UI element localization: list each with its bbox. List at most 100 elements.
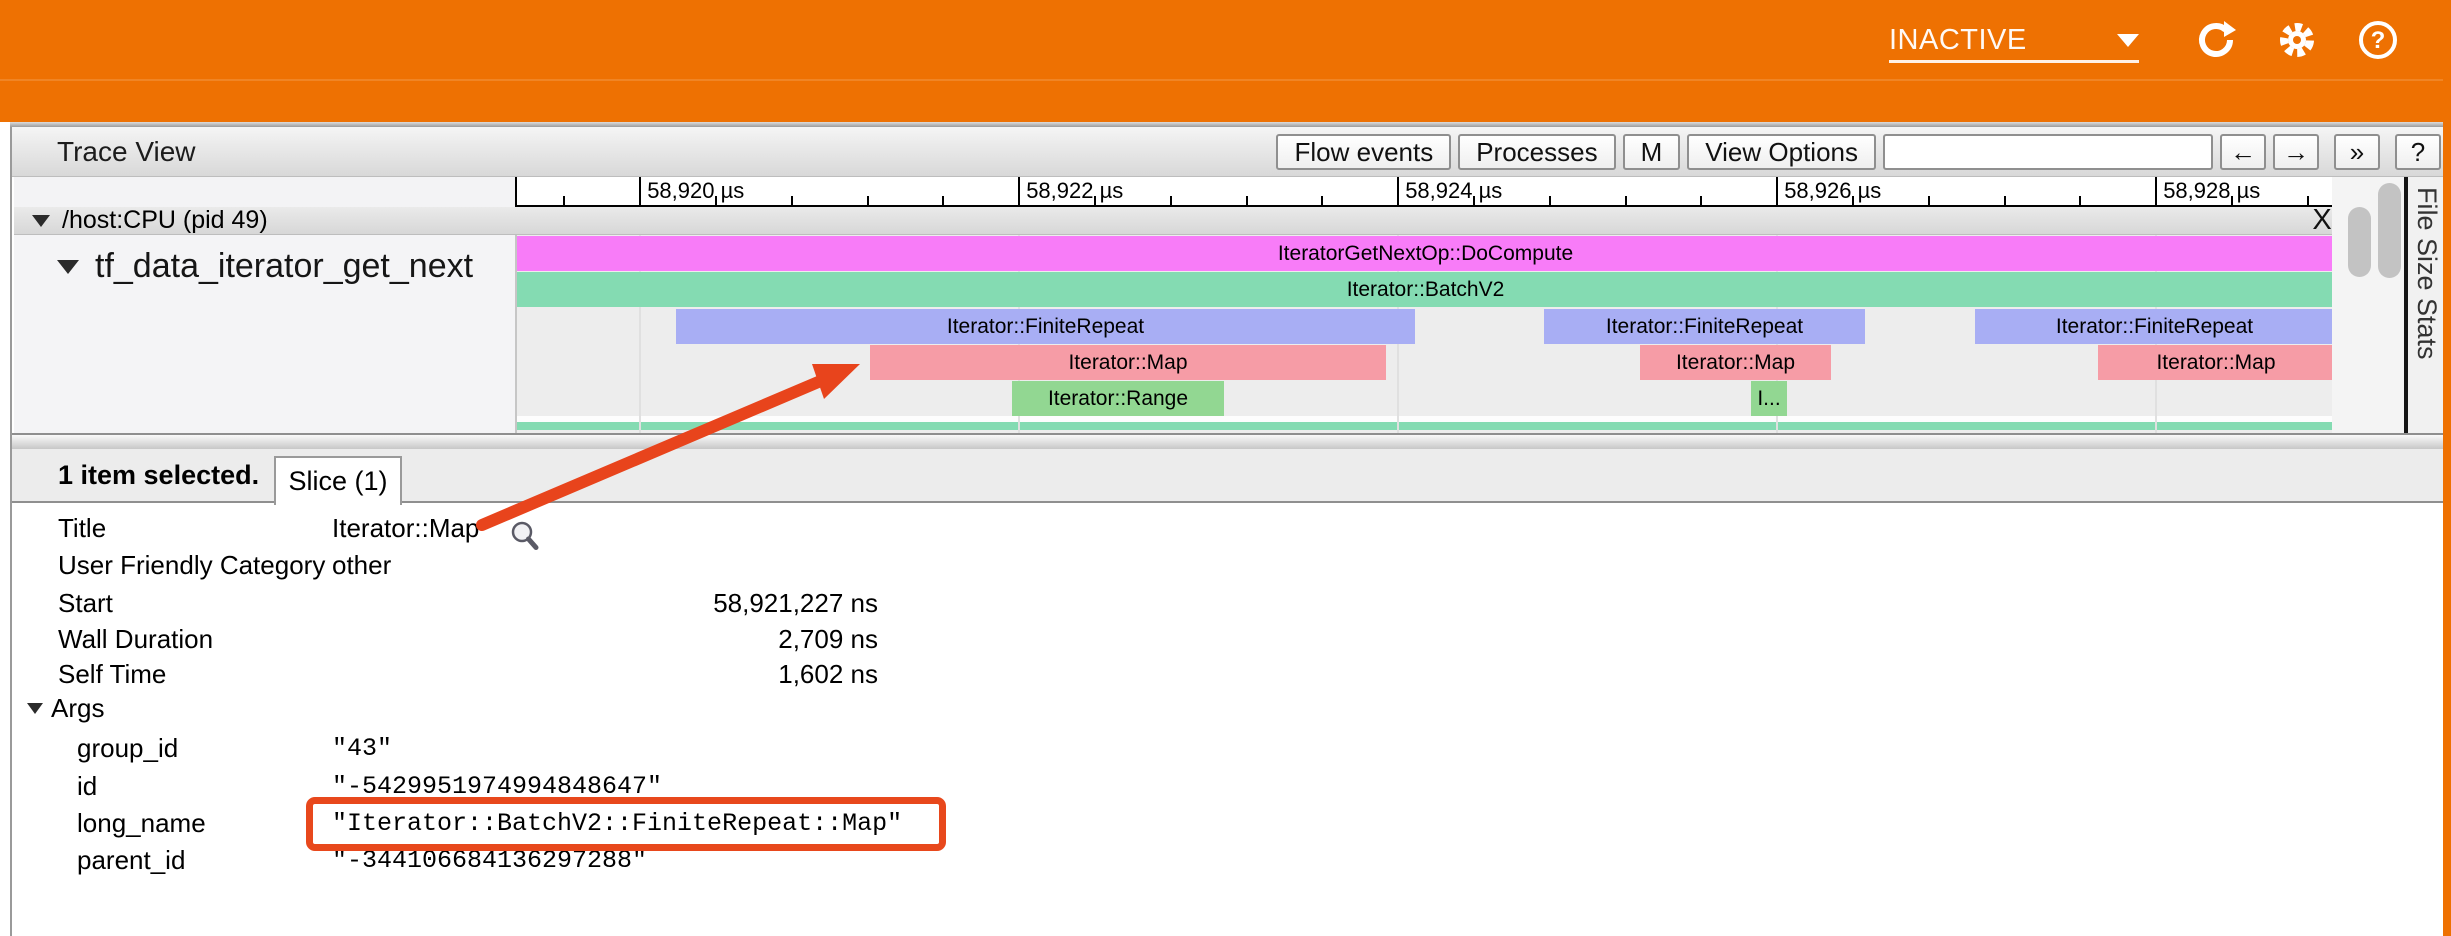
detail-row: Self Time1,602 ns [12,657,2445,691]
selection-status: 1 item selected. [58,449,259,501]
arg-row-group_id: group_id "43" [12,731,2445,765]
file-size-stats-tab[interactable]: File Size Stats [2404,177,2445,433]
trace-slice[interactable]: Iterator::Map [1640,345,1831,380]
collapse-triangle-icon[interactable] [32,215,50,227]
detail-value: other [332,550,391,581]
trace-slice[interactable]: Iterator::FiniteRepeat [676,309,1415,344]
slice-details-panel: 1 item selected. Slice (1) Title Iterator… [10,449,2443,936]
collapse-triangle-icon[interactable] [27,703,43,714]
detail-row: Wall Duration 2,709 ns [12,622,2445,656]
page-right-edge [2443,0,2451,936]
trace-slice[interactable]: Iterator::Map [2098,345,2332,380]
clipped-next-row [517,422,2332,430]
app-window: INACTIVE ? Trace View [0,0,2451,936]
ruler-major-tick [1018,177,1020,205]
arg-label: parent_id [77,845,185,876]
toolbar-button-processes[interactable]: Processes [1458,134,1615,170]
trace-slice-label: Iterator::Map [1068,351,1187,375]
ruler-minor-tick [791,196,793,205]
detail-value: 2,709 ns [332,624,878,655]
detail-value: 58,921,227 ns [332,588,878,619]
ruler-minor-tick [1625,196,1627,205]
panel-vertical-scrollbar[interactable] [2378,183,2401,278]
trace-slice[interactable]: Iterator::BatchV2 [517,272,2332,307]
detail-label: Start [58,588,113,619]
args-title: Args [51,693,104,724]
arg-value: "Iterator::BatchV2::FiniteRepeat::Map" [332,809,902,838]
ruler-minor-tick [715,196,717,205]
ruler-minor-tick [1321,196,1323,205]
svg-text:?: ? [2371,27,2386,54]
ruler-minor-tick [942,196,944,205]
collapse-triangle-icon[interactable] [57,260,79,274]
ruler-left-gutter [14,177,515,207]
arg-value: "43" [332,734,392,763]
panel-title: Trace View [57,127,196,177]
trace-panel-bottom-strip [12,433,2445,449]
arg-row-id: id "-5429951974994848647" [12,769,2445,803]
detail-label: Wall Duration [58,624,213,655]
trace-slice[interactable]: IteratorGetNextOp::DoCompute [517,236,2332,271]
timeline-vertical-scrollbar[interactable] [2348,207,2371,277]
help-button[interactable]: ? [2395,134,2441,170]
arg-label: group_id [77,733,178,764]
trace-slice[interactable]: Iterator::Map [870,345,1386,380]
refresh-icon[interactable] [2195,19,2237,61]
tab-slice[interactable]: Slice (1) [274,456,402,505]
detail-value: Iterator::Map [332,513,479,544]
more-options-button[interactable]: » [2334,134,2380,170]
arg-label: id [77,771,97,802]
args-section-header[interactable]: Args [12,691,2445,725]
find-input[interactable] [1883,134,2213,170]
ruler-major-tick [1397,177,1399,205]
ruler-minor-tick [1246,196,1248,205]
ruler-minor-tick [1549,196,1551,205]
ruler-minor-tick [867,196,869,205]
trace-slice-label: Iterator::Range [1048,387,1188,411]
ruler-tick-label: 58,924 µs [1405,178,1502,204]
trace-slice-label: Iterator::FiniteRepeat [1606,315,1803,339]
toolbar-button-view-options[interactable]: View Options [1687,134,1876,170]
detail-row: Start 58,921,227 ns [12,586,2445,620]
timeline-ruler[interactable]: 58,920 µs58,922 µs58,924 µs58,926 µs58,9… [515,177,2332,207]
toolbar-button-flow-events[interactable]: Flow events [1276,134,1451,170]
arg-row-parent_id: parent_id "-344106684136297288" [12,843,2445,877]
find-next-button[interactable]: → [2273,134,2319,170]
scrollbar-track-area [2332,177,2404,433]
track-row-toggle[interactable]: tf_data_iterator_get_next [57,247,473,286]
trace-slice[interactable]: Iterator::FiniteRepeat [1544,309,1865,344]
run-mode-select[interactable]: INACTIVE [1889,20,2139,63]
arg-value: "-344106684136297288" [332,846,647,875]
trace-slice[interactable]: Iterator::Range [1012,381,1224,416]
trace-slice-label: Iterator::FiniteRepeat [2056,315,2253,339]
ruler-minor-tick [1700,196,1702,205]
ruler-tick-label: 58,922 µs [1026,178,1123,204]
ruler-major-tick [2155,177,2157,205]
detail-label: Title [58,513,106,544]
trace-slice-label: I... [1757,387,1780,411]
trace-slice-label: IteratorGetNextOp::DoCompute [1278,242,1573,266]
arg-value: "-5429951974994848647" [332,772,662,801]
ruler-tick-label: 58,926 µs [1784,178,1881,204]
run-mode-label: INACTIVE [1889,24,2027,57]
process-header-row[interactable]: /host:CPU (pid 49) X [14,207,2332,235]
detail-label: User Friendly Category [58,550,325,581]
ruler-tick-label: 58,920 µs [647,178,744,204]
help-icon[interactable]: ? [2357,19,2399,61]
trace-slice[interactable]: Iterator::FiniteRepeat [1975,309,2332,344]
trace-view-panel: Trace View Flow eventsProcessesMView Opt… [10,127,2443,449]
trace-slice-label: Iterator::Map [1676,351,1795,375]
gear-icon[interactable] [2276,19,2318,61]
ruler-minor-tick [1473,196,1475,205]
detail-row: Title Iterator::Map [12,511,2445,545]
ruler-minor-tick [1094,196,1096,205]
detail-row: User Friendly Categoryother [12,548,2445,582]
trace-slice[interactable]: I... [1751,381,1787,416]
toolbar-button-m[interactable]: M [1623,134,1681,170]
timeline-canvas[interactable]: IteratorGetNextOp::DoComputeIterator::Ba… [515,235,2332,433]
arg-label: long_name [77,808,206,839]
find-previous-button[interactable]: ← [2220,134,2266,170]
magnifier-icon[interactable] [509,520,541,557]
process-header-label: /host:CPU (pid 49) [62,206,268,235]
arg-row-long_name: long_name "Iterator::BatchV2::FiniteRepea… [12,806,2445,840]
